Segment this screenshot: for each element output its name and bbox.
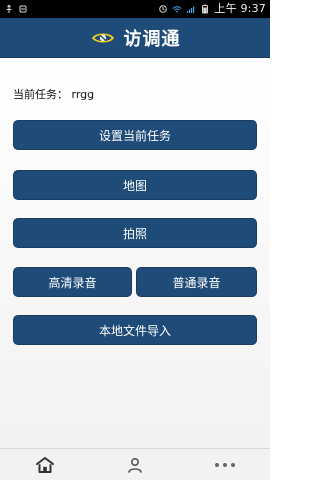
normal-recording-button[interactable]: 普通录音: [136, 267, 257, 297]
app-title: 访调通: [123, 28, 181, 50]
nav-user[interactable]: [90, 449, 180, 480]
alarm-icon: [158, 4, 168, 14]
user-icon: [128, 457, 142, 473]
hd-recording-button[interactable]: 高清录音: [13, 267, 132, 297]
status-right: 上午 9:37: [158, 0, 266, 18]
usb-debug-icon: [18, 4, 28, 14]
current-task-label: 当前任务：: [13, 88, 68, 101]
usb-icon: [4, 4, 14, 14]
current-task: 当前任务： rrgg: [13, 86, 94, 102]
import-local-file-button[interactable]: 本地文件导入: [13, 315, 257, 345]
app-header: 访调通: [0, 18, 270, 58]
battery-icon: [200, 4, 210, 14]
set-current-task-button[interactable]: 设置当前任务: [13, 120, 257, 150]
nav-home[interactable]: [0, 449, 90, 480]
status-time: 上午 9:37: [214, 2, 266, 15]
map-button[interactable]: 地图: [13, 170, 257, 200]
main-content: 当前任务： rrgg 设置当前任务 地图 拍照 高清录音 普通录音 本地文件导入: [0, 58, 270, 448]
status-bar: 上午 9:37: [0, 0, 270, 18]
status-left: [4, 0, 28, 18]
more-icon: [215, 463, 235, 467]
photo-button[interactable]: 拍照: [13, 218, 257, 248]
signal-icon: [186, 4, 196, 14]
eye-logo-icon: [91, 33, 114, 42]
bottom-navigation: [0, 448, 270, 480]
wifi-icon: [172, 4, 182, 14]
home-icon: [36, 457, 54, 473]
current-task-value: rrgg: [71, 88, 95, 101]
nav-more[interactable]: [180, 449, 270, 480]
